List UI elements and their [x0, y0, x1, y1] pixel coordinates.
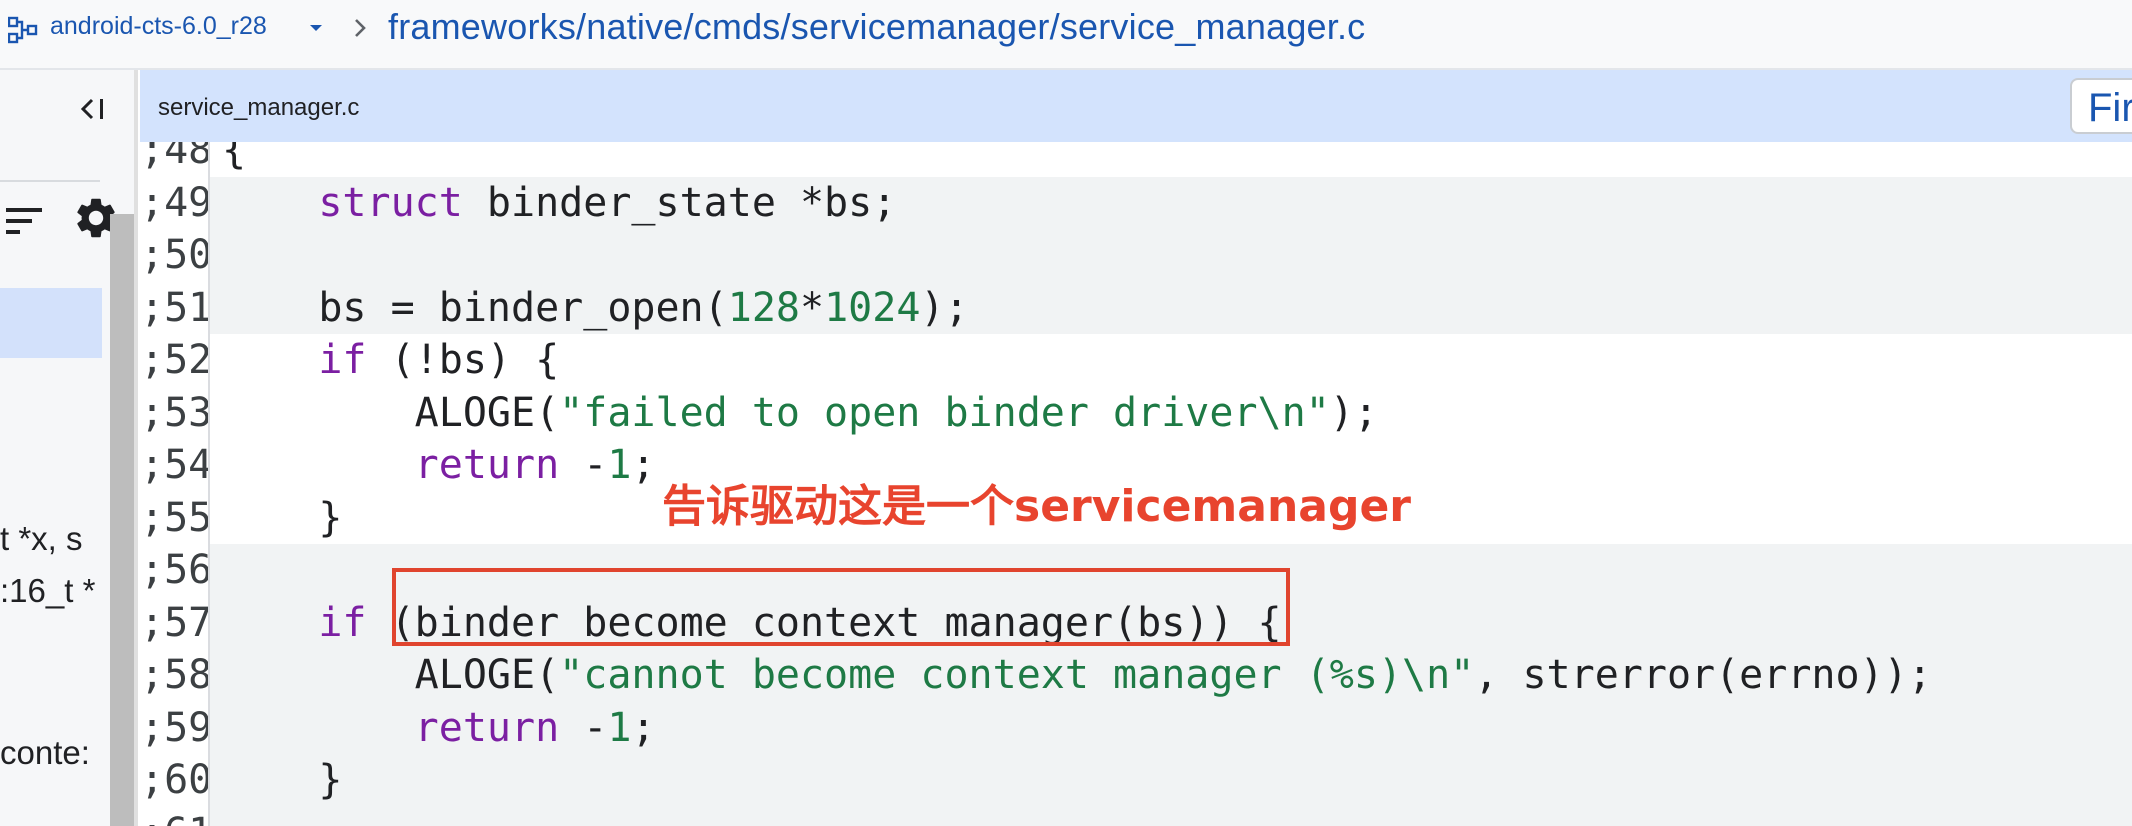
code-line: ;48 { [140, 142, 2132, 177]
code-line: ;60 } [140, 754, 2132, 807]
collapse-panel-icon[interactable] [78, 94, 112, 124]
code-text: if (!bs) { [318, 337, 560, 383]
sidebar-edge [134, 70, 138, 826]
line-number[interactable]: ;61 [140, 806, 208, 826]
sidebar-item[interactable]: conte: [0, 734, 106, 772]
line-number[interactable]: ;50 [140, 229, 208, 282]
line-number[interactable]: ;49 [140, 176, 208, 229]
annotation-text: 告诉驱动这是一个servicemanager [662, 481, 1412, 532]
code-line: ;49 struct binder_state *bs; [140, 176, 2132, 229]
line-number[interactable]: ;53 [140, 386, 208, 439]
code-text: ALOGE("cannot become context manager (%s… [222, 652, 1932, 698]
code-line: ;59 return -1; [140, 701, 2132, 754]
highlight-box [392, 568, 1290, 646]
line-number[interactable]: ;52 [140, 334, 208, 387]
sidebar-divider [0, 180, 100, 182]
sort-icon[interactable] [4, 204, 44, 238]
repo-selector[interactable]: android-cts-6.0_r28 [50, 12, 267, 41]
line-number[interactable]: ;58 [140, 649, 208, 702]
code-text: return -1; [414, 442, 656, 488]
chevron-right-icon [355, 19, 366, 37]
code-text: } [222, 494, 343, 541]
code-line: ;50 [140, 229, 2132, 282]
sidebar-item[interactable]: :16_t * [0, 572, 106, 610]
chevron-down-icon[interactable] [306, 18, 326, 38]
breadcrumb-bar: android-cts-6.0_r28 frameworks/native/cm… [0, 0, 2132, 70]
code-text: bs = binder_open(128*1024); [222, 284, 969, 331]
line-number[interactable]: ;55 [140, 491, 208, 544]
file-tab[interactable]: service_manager.c [158, 94, 359, 122]
code-text: { [222, 142, 247, 173]
line-number[interactable]: ;59 [140, 701, 208, 754]
line-number[interactable]: ;57 [140, 596, 208, 649]
line-number[interactable]: ;56 [140, 544, 208, 597]
repo-branch-icon [8, 16, 38, 44]
sidebar-scrollbar[interactable] [110, 214, 134, 826]
code-text: } [222, 757, 343, 803]
file-tab-bar: service_manager.c Fir [140, 70, 2132, 142]
code-text: ALOGE("failed to open binder driver\n"); [222, 389, 1378, 436]
sidebar-selected-item[interactable] [0, 288, 102, 358]
find-button[interactable]: Fir [2070, 78, 2132, 134]
sidebar-item[interactable]: t *x, s [0, 520, 106, 558]
file-path-link[interactable]: frameworks/native/cmds/servicemanager/se… [388, 6, 1365, 48]
code-text: return -1; [414, 704, 656, 751]
code-line: ;58 ALOGE("cannot become context manager… [140, 649, 2132, 702]
code-line: ;52 if (!bs) { [140, 334, 2132, 387]
line-number[interactable]: ;54 [140, 439, 208, 492]
code-line: ;51 bs = binder_open(128*1024); [140, 281, 2132, 334]
line-number[interactable]: ;48 [140, 142, 208, 177]
code-line: ;53 ALOGE("failed to open binder driver\… [140, 386, 2132, 439]
code-text: struct binder_state *bs; [318, 179, 897, 226]
line-number[interactable]: ;60 [140, 754, 208, 807]
line-number[interactable]: ;51 [140, 281, 208, 334]
code-line: ;61 [140, 806, 2132, 826]
